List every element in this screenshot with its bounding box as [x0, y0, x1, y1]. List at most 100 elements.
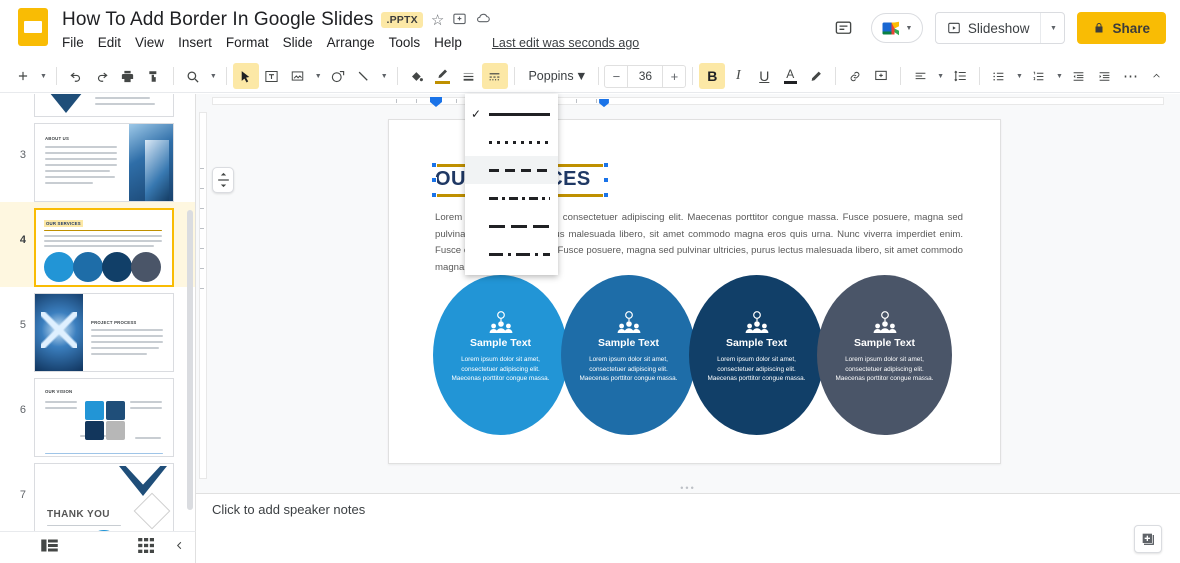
indent-marker-icon-2[interactable] — [598, 95, 612, 108]
vertical-ruler[interactable] — [196, 108, 210, 483]
selection-handle-mr[interactable] — [603, 177, 609, 183]
menu-tools[interactable]: Tools — [389, 35, 421, 50]
bulleted-list-button[interactable] — [986, 63, 1012, 89]
slide-thumbnail[interactable]: OUR VISION — [34, 378, 174, 457]
bulleted-list-caret-icon[interactable]: ▼ — [1012, 63, 1026, 89]
highlight-color-button[interactable] — [803, 63, 829, 89]
menu-help[interactable]: Help — [434, 35, 462, 50]
menu-edit[interactable]: Edit — [98, 35, 121, 50]
collapse-toolbar-button[interactable] — [1144, 63, 1170, 89]
border-dash-button[interactable] — [481, 63, 508, 89]
menu-format[interactable]: Format — [226, 35, 269, 50]
line-spacing-button[interactable] — [947, 63, 973, 89]
insert-shape-button[interactable] — [325, 63, 351, 89]
bold-button[interactable]: B — [699, 63, 726, 89]
add-comment-button[interactable] — [868, 63, 894, 89]
new-slide-button[interactable] — [10, 63, 36, 89]
insert-line-caret-icon[interactable]: ▼ — [377, 63, 391, 89]
notes-resize-handle[interactable]: ••• — [196, 483, 1180, 493]
filmstrip-scrollbar[interactable] — [187, 210, 193, 510]
align-button[interactable] — [907, 63, 933, 89]
dash-option-dashed[interactable] — [465, 156, 558, 184]
move-to-folder-icon[interactable] — [452, 11, 467, 29]
filmstrip-slide-6[interactable]: 6 OUR VISION — [0, 372, 195, 457]
text-box-button[interactable] — [259, 63, 285, 89]
insert-link-button[interactable] — [842, 63, 868, 89]
selection-handle-tl[interactable] — [431, 162, 437, 168]
border-color-button[interactable] — [430, 63, 456, 89]
zoom-caret-icon[interactable]: ▼ — [206, 63, 220, 89]
undo-button[interactable] — [63, 63, 89, 89]
filmstrip-slide-5[interactable]: 5 PROJECT PROCESS — [0, 287, 195, 372]
filmstrip-slide-3[interactable]: 3 ABOUT US — [0, 117, 195, 202]
comment-history-icon[interactable] — [829, 13, 859, 43]
zoom-button[interactable] — [180, 63, 206, 89]
speaker-notes-placeholder[interactable]: Click to add speaker notes — [212, 502, 365, 517]
decrease-indent-button[interactable] — [1066, 63, 1092, 89]
filmstrip-slide-2[interactable]: 2 — [0, 94, 195, 117]
explore-icon[interactable] — [1134, 525, 1162, 553]
dash-option-solid[interactable]: ✓ — [465, 100, 558, 128]
paint-format-button[interactable] — [141, 63, 167, 89]
menu-arrange[interactable]: Arrange — [327, 35, 375, 50]
slide-thumbnail[interactable]: THANK YOU — [34, 463, 174, 531]
slide-thumbnail[interactable]: PROJECT PROCESS — [34, 293, 174, 372]
menu-slide[interactable]: Slide — [283, 35, 313, 50]
filmstrip-slide-4[interactable]: 4 OUR SERVICES — [0, 202, 195, 287]
fill-color-button[interactable] — [404, 63, 430, 89]
indent-marker-icon[interactable] — [429, 95, 443, 107]
numbered-list-caret-icon[interactable]: ▼ — [1052, 63, 1066, 89]
document-title[interactable]: How To Add Border In Google Slides — [62, 9, 373, 31]
slideshow-button[interactable]: Slideshow — [936, 13, 1041, 43]
underline-button[interactable]: U — [751, 63, 777, 89]
more-options-button[interactable]: ⋯ — [1118, 63, 1144, 89]
cloud-saved-icon[interactable] — [475, 11, 492, 29]
google-meet-button[interactable]: ▼ — [870, 13, 923, 43]
select-tool-button[interactable] — [232, 63, 259, 89]
font-size-decrease[interactable]: − — [605, 69, 627, 84]
slide-thumbnail[interactable] — [34, 94, 174, 117]
text-color-button[interactable]: A — [777, 63, 803, 89]
new-slide-caret-icon[interactable]: ▼ — [36, 63, 50, 89]
align-caret-icon[interactable]: ▼ — [933, 63, 947, 89]
info-circle-4[interactable]: Sample Text Lorem ipsum dolor sit amet, … — [817, 275, 952, 435]
filmstrip-view-icon[interactable] — [40, 538, 59, 558]
info-circle-1[interactable]: Sample Text Lorem ipsum dolor sit amet, … — [433, 275, 568, 435]
insert-line-button[interactable] — [351, 63, 377, 89]
star-icon[interactable]: ☆ — [431, 13, 444, 28]
font-family-select[interactable]: Poppins ▼ — [520, 69, 591, 83]
insert-image-caret-icon[interactable]: ▼ — [311, 63, 325, 89]
italic-button[interactable]: I — [725, 63, 751, 89]
font-size-value[interactable]: 36 — [627, 65, 664, 87]
dash-option-dash-dot[interactable] — [465, 184, 558, 212]
font-size-increase[interactable]: + — [663, 69, 685, 84]
menu-view[interactable]: View — [135, 35, 164, 50]
grid-view-icon[interactable] — [138, 537, 155, 558]
selection-handle-ml[interactable] — [431, 177, 437, 183]
speaker-notes-pane[interactable]: Click to add speaker notes — [196, 493, 1180, 563]
menu-insert[interactable]: Insert — [178, 35, 212, 50]
slide-thumbnail-active[interactable]: OUR SERVICES — [34, 208, 174, 287]
dash-option-long-dash-dot[interactable] — [465, 240, 558, 268]
info-circle-3[interactable]: Sample Text Lorem ipsum dolor sit amet, … — [689, 275, 824, 435]
increase-indent-button[interactable] — [1092, 63, 1118, 89]
collapse-panel-icon[interactable] — [174, 538, 185, 558]
selection-handle-bl[interactable] — [431, 192, 437, 198]
slideshow-caret-icon[interactable]: ▼ — [1040, 13, 1064, 43]
border-weight-button[interactable] — [456, 63, 482, 89]
horizontal-ruler[interactable] — [196, 94, 1180, 108]
vertical-align-button[interactable] — [212, 167, 234, 193]
info-circle-2[interactable]: Sample Text Lorem ipsum dolor sit amet, … — [561, 275, 696, 435]
print-button[interactable] — [115, 63, 141, 89]
dash-option-dotted[interactable] — [465, 128, 558, 156]
selection-handle-br[interactable] — [603, 192, 609, 198]
share-button[interactable]: Share — [1077, 12, 1166, 44]
selection-handle-tr[interactable] — [603, 162, 609, 168]
numbered-list-button[interactable] — [1026, 63, 1052, 89]
dash-option-long-dash[interactable] — [465, 212, 558, 240]
redo-button[interactable] — [89, 63, 115, 89]
menu-file[interactable]: File — [62, 35, 84, 50]
filmstrip-slide-7[interactable]: 7 THANK YOU — [0, 457, 195, 531]
last-edit-status[interactable]: Last edit was seconds ago — [492, 36, 639, 50]
slide-filmstrip[interactable]: 2 3 ABOUT US — [0, 94, 196, 531]
